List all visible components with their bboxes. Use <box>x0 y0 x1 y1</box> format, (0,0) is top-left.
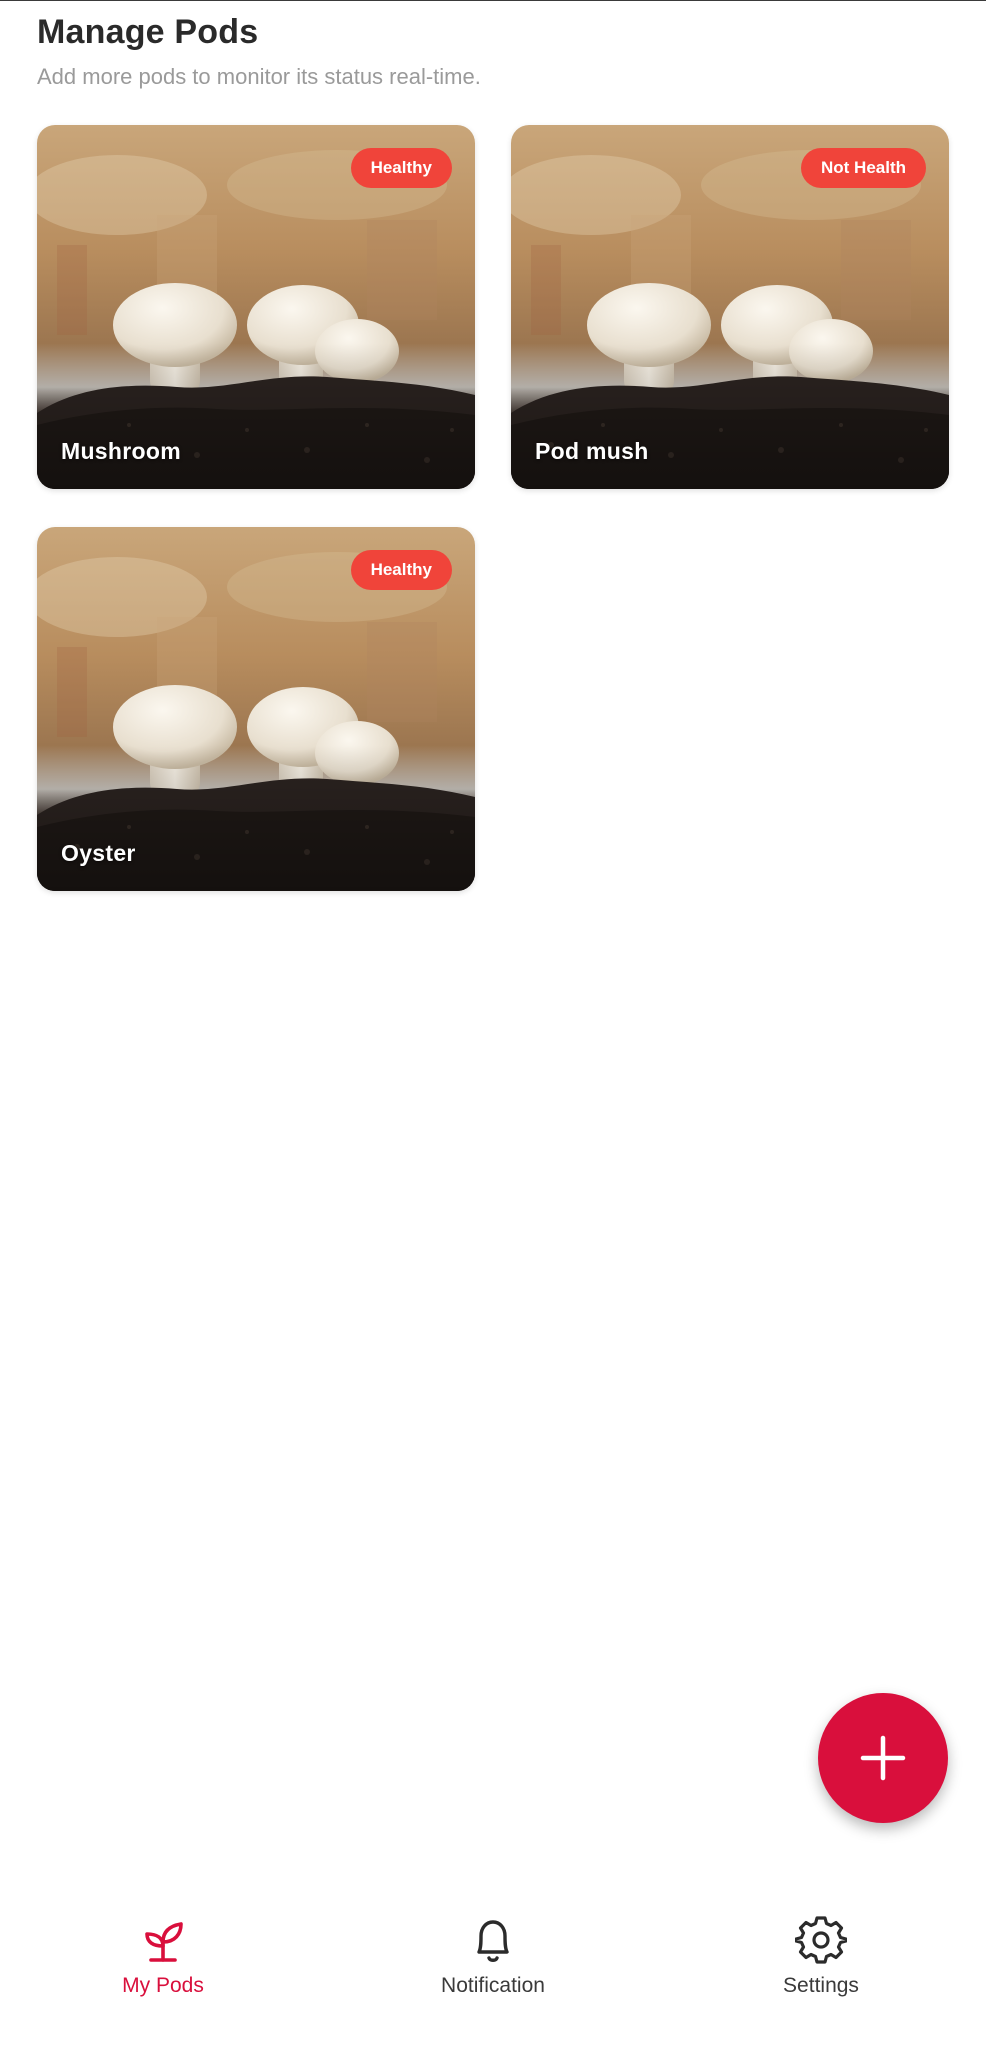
pod-card-oyster[interactable]: Healthy Oyster <box>37 527 475 891</box>
pod-card-pod-mush[interactable]: Not Health Pod mush <box>511 125 949 489</box>
nav-label: Settings <box>783 1974 859 1997</box>
pod-name: Mushroom <box>61 438 181 464</box>
status-badge: Not Health <box>801 148 926 188</box>
status-badge: Healthy <box>350 550 452 590</box>
nav-item-settings[interactable]: Settings <box>711 1890 931 2010</box>
page-header: Manage Pods Add more pods to monitor its… <box>37 8 937 92</box>
status-badge: Healthy <box>350 148 452 188</box>
pod-card-mushroom[interactable]: Healthy Mushroom <box>37 125 475 489</box>
nav-item-my-pods[interactable]: My Pods <box>53 1890 273 2010</box>
nav-label: Notification <box>441 1974 545 1997</box>
add-pod-button[interactable] <box>818 1693 948 1823</box>
pod-name: Oyster <box>61 840 136 866</box>
sprout-icon <box>145 1922 183 1962</box>
page-subtitle: Add more pods to monitor its status real… <box>37 64 481 89</box>
bell-icon <box>477 1920 509 1962</box>
top-divider <box>0 0 986 1</box>
bottom-nav: My Pods Notification Settings <box>0 1890 986 2048</box>
pods-grid: Healthy Mushroom Not Health Pod mush Hea… <box>37 125 949 891</box>
plus-icon <box>860 1735 906 1781</box>
pod-name: Pod mush <box>535 438 649 464</box>
nav-label: My Pods <box>122 1974 204 1997</box>
gear-icon <box>795 1916 847 1964</box>
page-title: Manage Pods <box>37 13 259 51</box>
nav-item-notification[interactable]: Notification <box>383 1890 603 2010</box>
